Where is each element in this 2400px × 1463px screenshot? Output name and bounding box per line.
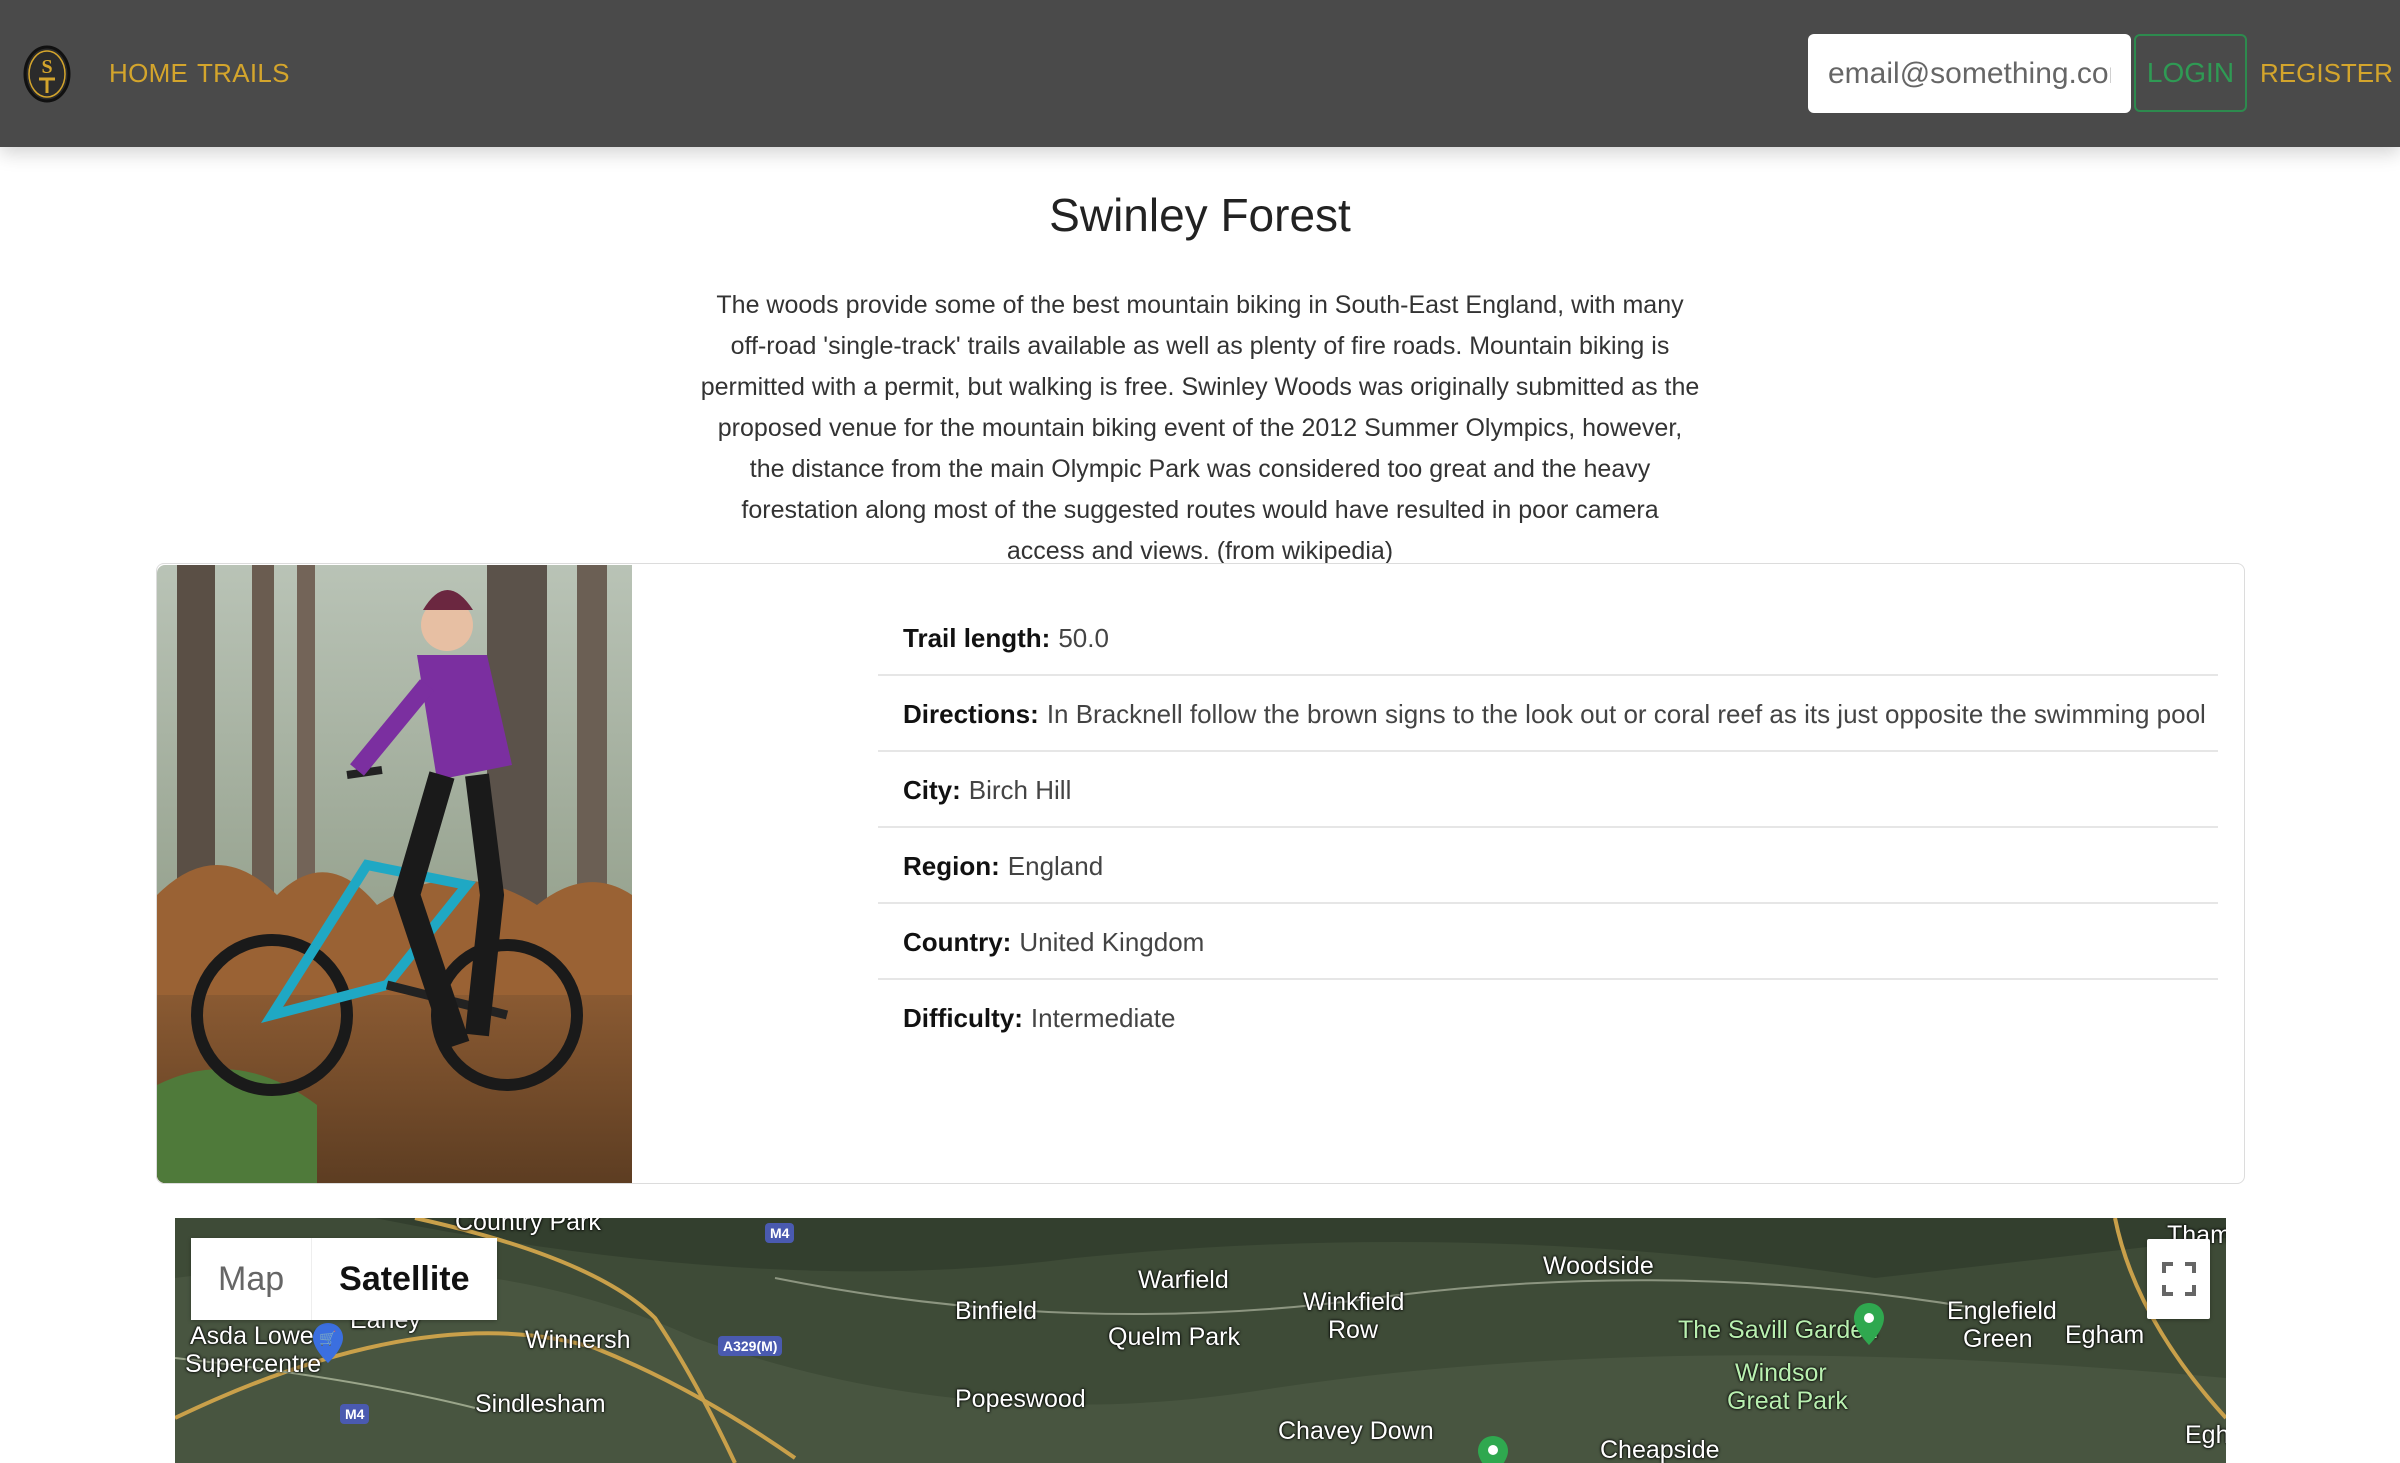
detail-region: Region: England [878,828,2218,904]
detail-value: United Kingdom [1019,927,1205,957]
road-shield: M4 [340,1404,370,1424]
trail-title: Swinley Forest [1049,189,1351,241]
detail-label: City: [903,775,961,805]
road-shield: A329(M) [718,1336,783,1356]
shopping-cart-pin-icon[interactable]: 🛒 [313,1323,343,1363]
svg-text:S: S [41,56,52,78]
map-label: Egham [2065,1321,2145,1349]
nav-link-trails[interactable]: TRAILS [197,58,290,89]
navbar: S HOME TRAILS LOGIN REGISTER [0,0,2400,147]
map-label: Row [1328,1316,1379,1344]
svg-text:🛒: 🛒 [319,1330,336,1347]
map-label: Windsor [1735,1359,1827,1387]
trail-details-list: Trail length: 50.0 Directions: In Bracknel… [878,600,2218,1056]
map-label: Country Park [455,1218,601,1236]
map-type-map-button[interactable]: Map [191,1238,312,1320]
garden-pin-icon[interactable] [1854,1303,1884,1345]
map-label: Quelm Park [1108,1323,1240,1351]
map-label: Popeswood [955,1385,1086,1413]
map-label: Cheapside [1600,1436,1720,1463]
email-input[interactable] [1808,34,2131,113]
detail-value: Birch Hill [968,775,1072,805]
detail-label: Difficulty: [903,1003,1023,1033]
site-logo-icon[interactable]: S [22,43,72,105]
trail-description: The woods provide some of the best mount… [700,291,1700,565]
map-label: Binfield [955,1297,1037,1325]
map-fullscreen-button[interactable] [2147,1239,2210,1319]
detail-difficulty: Difficulty: Intermediate [878,980,2218,1056]
road-shield: M4 [765,1223,795,1243]
trail-photo [157,565,632,1183]
detail-label: Trail length: [903,623,1051,653]
map-label: Englefield [1947,1297,2057,1325]
map-label: Chavey Down [1278,1417,1434,1445]
detail-trail-length: Trail length: 50.0 [878,600,2218,676]
detail-city: City: Birch Hill [878,752,2218,828]
detail-label: Region: [903,851,1000,881]
map-label: Great Park [1727,1387,1848,1415]
detail-value: 50.0 [1058,623,1109,653]
detail-value: Intermediate [1030,1003,1176,1033]
map-label: Supercentre [185,1350,322,1378]
map-type-satellite-button[interactable]: Satellite [311,1238,497,1320]
map-label: Woodside [1543,1252,1654,1280]
map-label: Winkfield [1303,1288,1405,1316]
detail-label: Directions: [903,699,1039,729]
detail-value: England [1007,851,1104,881]
fullscreen-icon [2161,1262,2196,1296]
login-button[interactable]: LOGIN [2134,34,2247,112]
register-link[interactable]: REGISTER [2260,58,2393,89]
detail-directions: Directions: In Bracknell follow the brown… [878,676,2218,752]
map-label: The Savill Garden [1678,1316,1879,1344]
nav-link-home[interactable]: HOME [109,58,188,89]
map-label: Warfield [1138,1266,1229,1294]
map-label: Egh [2185,1421,2226,1449]
map-type-control: Map Satellite [191,1238,497,1320]
map-label: Winnersh [525,1326,631,1354]
map-label: Asda Lower [190,1322,323,1350]
location-pin-icon[interactable] [1478,1436,1508,1463]
map-label: Green [1963,1325,2033,1353]
map-label: Sindlesham [475,1390,606,1418]
detail-value: In Bracknell follow the brown signs to t… [1046,699,2206,729]
detail-label: Country: [903,927,1012,957]
detail-country: Country: United Kingdom [878,904,2218,980]
